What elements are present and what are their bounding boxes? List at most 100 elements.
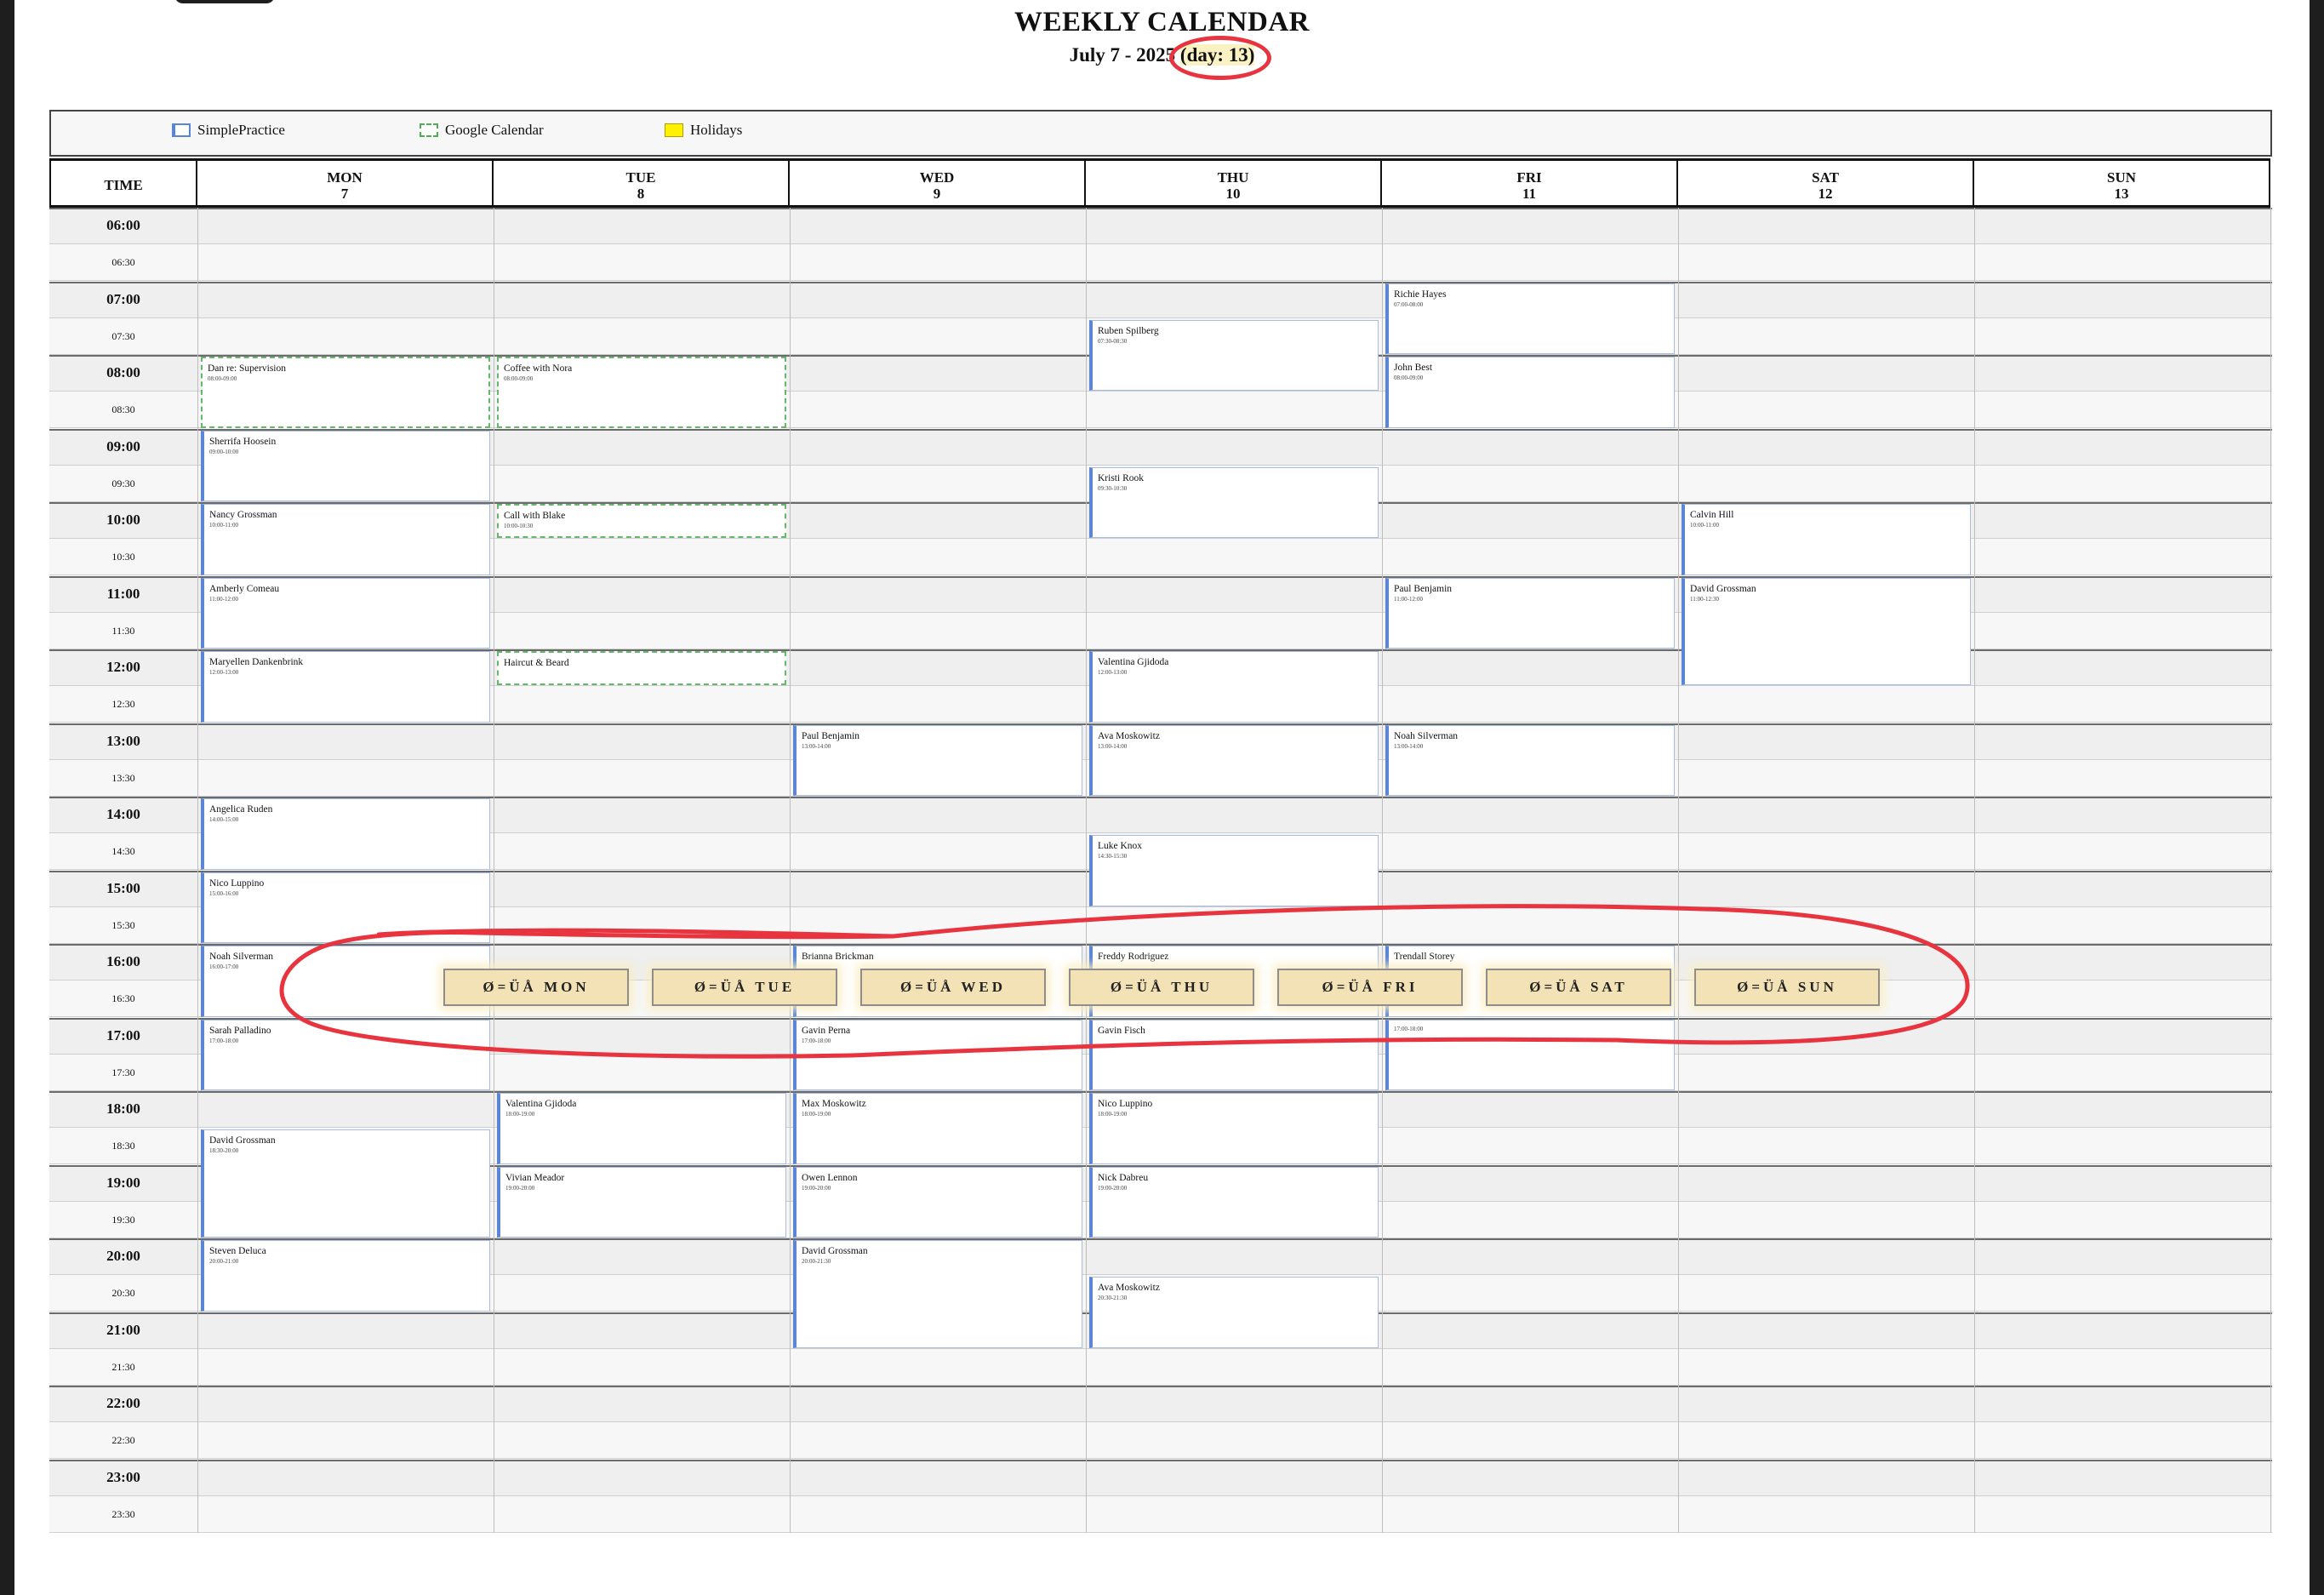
- event-block[interactable]: Call with Blake 10:00-10:30: [497, 504, 786, 539]
- day-name: MON: [327, 169, 363, 186]
- time-label: 08:00: [106, 364, 140, 380]
- event-title: Luke Knox: [1098, 841, 1143, 852]
- event-title: Valentina Gjidoda: [1098, 657, 1169, 667]
- event-block[interactable]: Ava Moskowitz 13:00-14:00: [1089, 724, 1379, 796]
- time-label: 20:00: [106, 1248, 140, 1264]
- event-time: 17:00-18:00: [1394, 1025, 1424, 1032]
- event-time: 18:00-19:00: [505, 1111, 535, 1118]
- event-block[interactable]: Nico Luppino 15:00-16:00: [201, 872, 490, 943]
- event-block[interactable]: David Grossman 18:30-20:00: [201, 1129, 490, 1238]
- event-block[interactable]: Ava Moskowitz 20:30-21:30: [1089, 1277, 1379, 1348]
- column-divider: [197, 208, 198, 1533]
- event-block[interactable]: Calvin Hill 10:00-11:00: [1682, 504, 1971, 575]
- event-block[interactable]: Amberly Comeau 11:00-12:00: [201, 577, 490, 649]
- day-nav-button-tue[interactable]: Ø=ÜÅ TUE: [652, 969, 837, 1006]
- event-time: 18:00-19:00: [1098, 1111, 1128, 1118]
- time-label: 14:30: [111, 845, 135, 858]
- day-nav-button-mon[interactable]: Ø=ÜÅ MON: [443, 969, 629, 1006]
- event-title: Coffee with Nora: [504, 363, 573, 374]
- event-block[interactable]: David Grossman 11:00-12:30: [1682, 577, 1971, 686]
- day-name: WED: [919, 169, 955, 186]
- column-divider: [790, 208, 791, 1533]
- day-nav-button-fri[interactable]: Ø=ÜÅ FRI: [1277, 969, 1463, 1006]
- event-block[interactable]: Gavin Perna 17:00-18:00: [793, 1019, 1082, 1090]
- event-block[interactable]: Nancy Grossman 10:00-11:00: [201, 504, 490, 575]
- event-title: David Grossman: [1690, 583, 1756, 594]
- time-label: 21:00: [106, 1321, 140, 1338]
- event-block[interactable]: Valentina Gjidoda 18:00-19:00: [497, 1093, 786, 1164]
- event-block[interactable]: Noah Silverman 13:00-14:00: [1385, 724, 1675, 796]
- event-block[interactable]: Kristi Rook 09:30-10:30: [1089, 466, 1379, 539]
- day-nav-button-sat[interactable]: Ø=ÜÅ SAT: [1486, 969, 1671, 1006]
- time-label: 22:00: [106, 1395, 140, 1411]
- event-block[interactable]: Dan re: Supervision 08:00-09:00: [201, 357, 490, 428]
- event-block[interactable]: Owen Lennon 19:00-20:00: [793, 1166, 1082, 1238]
- legend-label: SimplePractice: [197, 122, 285, 138]
- event-block[interactable]: Luke Knox 14:30-15:30: [1089, 835, 1379, 906]
- day-name: SAT: [1812, 169, 1839, 186]
- event-title: Angelica Ruden: [209, 804, 273, 815]
- event-title: Dan re: Supervision: [208, 363, 286, 374]
- event-block[interactable]: Max Moskowitz 18:00-19:00: [793, 1093, 1082, 1164]
- column-divider: [1678, 208, 1679, 1533]
- event-block[interactable]: Paul Benjamin 11:00-12:00: [1385, 577, 1675, 649]
- event-title: Paul Benjamin: [1394, 583, 1453, 594]
- event-title: Ruben Spilberg: [1098, 325, 1159, 336]
- time-row: 06:00: [49, 208, 2272, 244]
- event-title: Freddy Rodriguez: [1098, 952, 1169, 962]
- event-title: Paul Benjamin: [802, 730, 860, 741]
- time-label: 13:30: [111, 771, 135, 784]
- event-block[interactable]: Nick Dabreu 19:00-20:00: [1089, 1166, 1379, 1238]
- event-block[interactable]: Haircut & Beard: [497, 651, 786, 686]
- time-label: 18:30: [111, 1140, 135, 1152]
- event-block[interactable]: 17:00-18:00: [1385, 1019, 1675, 1090]
- legend-item-simplepractice: SimplePractice: [172, 122, 285, 139]
- event-block[interactable]: Vivian Meador 19:00-20:00: [497, 1166, 786, 1238]
- event-title: Valentina Gjidoda: [505, 1099, 577, 1109]
- header-day-sat: SAT 12: [1678, 158, 1974, 208]
- event-block[interactable]: Richie Hayes 07:00-08:00: [1385, 283, 1675, 354]
- day-nav-button-sun[interactable]: Ø=ÜÅ SUN: [1694, 969, 1880, 1006]
- column-divider: [1086, 208, 1087, 1533]
- event-block[interactable]: Coffee with Nora 08:00-09:00: [497, 357, 786, 428]
- event-time: 11:00-12:00: [209, 595, 238, 603]
- event-time: 07:00-08:00: [1394, 300, 1424, 308]
- event-title: Steven Deluca: [209, 1246, 266, 1256]
- event-block[interactable]: Sarah Palladino 17:00-18:00: [201, 1019, 490, 1090]
- time-label: 12:00: [106, 659, 140, 675]
- window-edge-left: [0, 0, 14, 1595]
- day-nav-button-wed[interactable]: Ø=ÜÅ WED: [860, 969, 1046, 1006]
- page-title: WEEKLY CALENDAR: [1014, 7, 1310, 37]
- day-name: SUN: [2106, 169, 2136, 186]
- day-nav-button-thu[interactable]: Ø=ÜÅ THU: [1069, 969, 1254, 1006]
- event-block[interactable]: Valentina Gjidoda 12:00-13:00: [1089, 651, 1379, 723]
- event-block[interactable]: Sherrifa Hoosein 09:00-10:00: [201, 430, 490, 501]
- event-block[interactable]: Steven Deluca 20:00-21:00: [201, 1240, 490, 1312]
- time-label: 07:00: [106, 290, 140, 307]
- event-time: 14:30-15:30: [1098, 853, 1128, 860]
- day-name: FRI: [1516, 169, 1542, 186]
- event-block[interactable]: Ruben Spilberg 07:30-08:30: [1089, 319, 1379, 392]
- event-block[interactable]: Nico Luppino 18:00-19:00: [1089, 1093, 1379, 1164]
- google-calendar-swatch: [420, 123, 438, 137]
- event-block[interactable]: Maryellen Dankenbrink 12:00-13:00: [201, 651, 490, 723]
- event-time: 10:00-10:30: [504, 523, 534, 529]
- window-edge-right: [2310, 0, 2324, 1595]
- time-label: 07:30: [111, 329, 135, 342]
- event-block[interactable]: Angelica Ruden 14:00-15:00: [201, 798, 490, 870]
- time-label: 06:00: [106, 217, 140, 233]
- day-name: THU: [1217, 169, 1249, 186]
- legend-label: Holidays: [690, 122, 743, 138]
- time-label: 23:30: [111, 1507, 135, 1520]
- event-block[interactable]: Paul Benjamin 13:00-14:00: [793, 724, 1082, 796]
- event-title: Nico Luppino: [209, 878, 265, 889]
- event-time: 13:00-14:00: [1098, 742, 1128, 750]
- time-row: 07:00: [49, 281, 2272, 318]
- time-row: 06:30: [49, 244, 2272, 282]
- event-block[interactable]: Gavin Fisch: [1089, 1019, 1379, 1090]
- event-block[interactable]: John Best 08:00-09:00: [1385, 357, 1675, 428]
- time-row: 21:30: [49, 1348, 2272, 1386]
- event-block[interactable]: David Grossman 20:00-21:30: [793, 1240, 1082, 1348]
- calendar-grid: TIME MON 7 TUE 8 WED 9 THU 10 FRI 11 SAT 12 SUN 13 06:0…: [49, 158, 2272, 1533]
- date-range: July 7 - 2025: [1069, 44, 1176, 66]
